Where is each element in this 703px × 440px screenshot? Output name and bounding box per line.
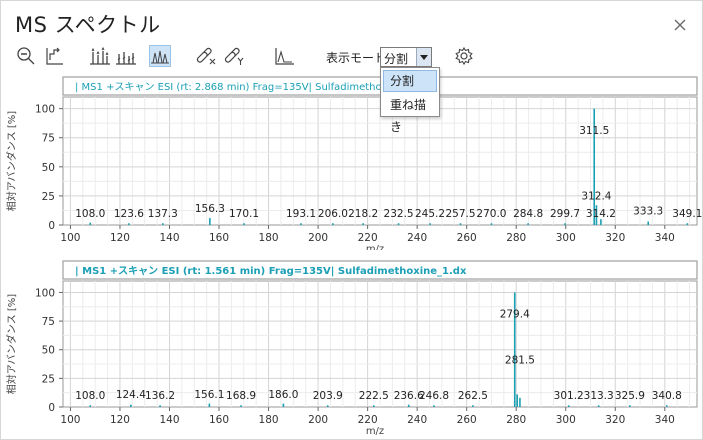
x-tick-label: 100 [60,414,80,426]
spectrum-panel-2[interactable]: | MS1 +スキャン ESI (rt: 1.561 min) Frag=135… [1,259,703,439]
peak-label: 206.0 [318,208,348,220]
x-tick-label: 140 [159,232,179,244]
unlink-y-icon[interactable] [223,45,245,67]
peak-label: 108.0 [75,208,105,220]
panel-title: | MS1 +スキャン ESI (rt: 2.868 min) Frag=135… [75,82,403,93]
unlink-x-icon[interactable] [195,45,217,67]
x-tick-label: 320 [605,232,625,244]
peak-label: 311.5 [579,125,609,137]
peak-label: 108.0 [75,390,105,402]
peak-label: 156.1 [194,389,224,401]
peak-label: 124.4 [116,389,146,401]
close-icon[interactable] [672,17,688,33]
x-tick-label: 300 [556,414,576,426]
y-tick-label: 25 [42,373,55,385]
peak-label: 270.0 [476,208,506,220]
x-tick-label: 220 [358,414,378,426]
peak-label: 245.2 [415,208,445,220]
x-axis-label: m/z [366,426,384,437]
peak-label: 168.9 [226,390,256,402]
window-title: MS スペクトル [15,13,161,37]
peak-label: 193.1 [286,208,316,220]
mode-option-overlay[interactable]: 重ね描き [383,94,437,134]
peak-label: 257.5 [445,208,475,220]
peak-label: 325.9 [615,390,645,402]
x-tick-label: 340 [655,414,675,426]
mode-option-split[interactable]: 分割 [383,70,437,92]
zoom-out-icon[interactable] [15,45,37,67]
overlay-peaks-icon[interactable] [149,45,171,67]
x-tick-label: 180 [259,232,279,244]
autoscale-icon[interactable] [43,45,65,67]
peak-label: 218.2 [348,208,378,220]
y-tick-label: 50 [42,345,55,357]
x-tick-label: 120 [110,232,130,244]
display-mode-value: 分割 [384,52,409,66]
x-tick-label: 160 [209,414,229,426]
spectrum-view-icon[interactable] [273,45,295,67]
peak-label: 136.2 [145,390,175,402]
x-tick-label: 280 [506,232,526,244]
spectrum-panel-1[interactable]: | MS1 +スキャン ESI (rt: 2.868 min) Frag=135… [1,75,703,250]
peak-label: 313.3 [584,390,614,402]
x-axis-label: m/z [366,244,384,250]
x-tick-label: 180 [259,414,279,426]
x-tick-label: 240 [407,414,427,426]
peak-label: 137.3 [148,208,178,220]
peak-label: 281.5 [505,354,535,366]
peak-label: 333.3 [633,206,663,218]
y-axis-label: 相対アバンダンス [%] [5,294,18,394]
peak-label: 232.5 [384,208,414,220]
peak-labels-alt-icon[interactable] [115,45,137,67]
y-tick-label: 100 [35,104,55,116]
peak-label: 123.6 [114,208,144,220]
y-tick-label: 0 [48,402,55,414]
peak-label: 314.2 [586,208,616,220]
peak-label: 279.4 [500,309,530,321]
display-mode-select[interactable]: 分割 [380,47,432,67]
y-tick-label: 100 [35,287,55,299]
x-tick-label: 120 [110,414,130,426]
x-tick-label: 340 [655,232,675,244]
peak-label: 246.8 [419,390,449,402]
peak-label: 203.9 [313,390,343,402]
peak-label: 284.8 [513,208,543,220]
x-tick-label: 220 [358,232,378,244]
y-tick-label: 50 [42,162,55,174]
peak-label: 262.5 [458,390,488,402]
peak-labels-icon[interactable] [89,45,111,67]
x-tick-label: 240 [407,232,427,244]
peak-label: 312.4 [581,190,611,202]
peak-label: 222.5 [359,390,389,402]
x-tick-label: 100 [60,232,80,244]
ms-spectrum-window: MS スペクトル 表示モード 分割 分割 重ね描き | MS1 +スキャン ES… [0,0,703,440]
y-tick-label: 75 [42,316,55,328]
y-tick-label: 25 [42,191,55,203]
peak-label: 299.7 [550,208,580,220]
display-mode-dropdown: 分割 重ね描き [380,67,440,134]
x-tick-label: 320 [605,414,625,426]
x-tick-label: 200 [308,232,328,244]
chevron-down-icon[interactable] [416,48,431,66]
peak-label: 301.2 [554,390,584,402]
y-tick-label: 75 [42,133,55,145]
x-tick-label: 280 [506,414,526,426]
y-axis-label: 相対アバンダンス [%] [5,111,18,211]
peak-label: 186.0 [268,389,298,401]
x-tick-label: 140 [159,414,179,426]
y-tick-label: 0 [48,220,55,232]
x-tick-label: 300 [556,232,576,244]
x-tick-label: 160 [209,232,229,244]
x-tick-label: 200 [308,414,328,426]
peak-label: 349.1 [672,208,702,220]
toolbar: 表示モード 分割 [15,45,695,69]
x-tick-label: 260 [457,232,477,244]
peak-label: 156.3 [195,203,225,215]
peak-label: 170.1 [229,208,259,220]
x-tick-label: 260 [457,414,477,426]
settings-icon[interactable] [453,45,475,67]
peak-label: 340.8 [652,390,682,402]
display-mode-label: 表示モード [326,51,387,65]
panel-title: | MS1 +スキャン ESI (rt: 1.561 min) Frag=135… [75,265,467,277]
